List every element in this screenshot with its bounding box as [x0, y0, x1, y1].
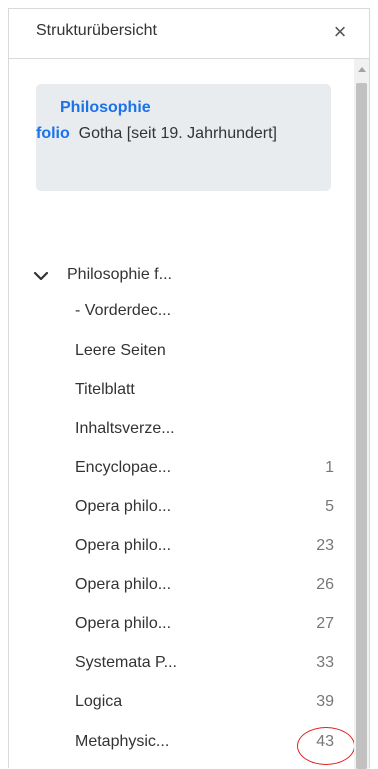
- tree-item-label: Opera philo...: [75, 576, 172, 593]
- tree-item-label: Encyclopae...: [75, 459, 172, 476]
- document-location: Gotha [seit 19. Jahrhundert]: [78, 125, 277, 142]
- tree-item-opera-3[interactable]: Opera philo... 26: [75, 569, 334, 605]
- tree-item-label: Inhaltsverze...: [75, 420, 175, 437]
- structure-overview-panel: Strukturübersicht × Philosophie folio Go…: [8, 8, 370, 769]
- tree-item-logica[interactable]: Logica 39: [75, 686, 334, 722]
- scrollbar-thumb[interactable]: [356, 83, 367, 769]
- tree-item-inhaltsverzeichnis[interactable]: Inhaltsverze...: [75, 413, 334, 449]
- tree-item-label: Opera philo...: [75, 615, 172, 632]
- tree-item-label: Systemata P...: [75, 654, 177, 671]
- chevron-down-icon[interactable]: [33, 268, 49, 284]
- tree-item-label: Logica: [75, 693, 123, 710]
- tree-item-page: 23: [316, 537, 334, 554]
- tree-item-page: 39: [316, 693, 334, 710]
- tree-item-label: Titelblatt: [75, 381, 135, 398]
- tree-item-page: 5: [325, 498, 334, 515]
- tree-item-opera-4[interactable]: Opera philo... 27: [75, 608, 334, 644]
- document-title: Philosophie: [60, 99, 151, 116]
- tree-root-node[interactable]: Philosophie f...: [33, 259, 333, 295]
- tree-item-systemata[interactable]: Systemata P... 33: [75, 647, 334, 683]
- tree-item-page: 27: [316, 615, 334, 632]
- scroll-up-arrow-icon[interactable]: [358, 67, 366, 72]
- tree-item-metaphysica[interactable]: Metaphysic... 43: [75, 726, 334, 762]
- tree-item-label: - Vorderdec...: [75, 302, 172, 319]
- tree-item-page: 33: [316, 654, 334, 671]
- tree-item-vorderdeckel[interactable]: - Vorderdec...: [75, 295, 334, 331]
- tree-item-page: 26: [316, 576, 334, 593]
- tree-item-label: Opera philo...: [75, 498, 172, 515]
- panel-header: Strukturübersicht ×: [9, 9, 369, 59]
- panel-title: Strukturübersicht: [36, 22, 157, 39]
- document-info-box: Philosophie folio Gotha [seit 19. Jahrhu…: [36, 84, 331, 191]
- tree-item-label: Leere Seiten: [75, 342, 166, 359]
- highlight-circle-annotation: [297, 727, 354, 765]
- structure-content: Philosophie folio Gotha [seit 19. Jahrhu…: [9, 59, 354, 769]
- tree-item-opera-2[interactable]: Opera philo... 23: [75, 530, 334, 566]
- tree-item-leere-seiten[interactable]: Leere Seiten: [75, 335, 334, 371]
- close-icon: ×: [333, 19, 347, 44]
- tree-item-encyclopaedia[interactable]: Encyclopae... 1: [75, 452, 334, 488]
- document-info-line: folio Gotha [seit 19. Jahrhundert]: [36, 121, 321, 147]
- tree-item-label: Metaphysic...: [75, 733, 170, 750]
- close-button[interactable]: ×: [329, 21, 351, 43]
- vertical-scrollbar[interactable]: [354, 59, 369, 769]
- tree-item-label: Opera philo...: [75, 537, 172, 554]
- folio-link[interactable]: folio: [36, 125, 70, 142]
- tree-item-titelblatt[interactable]: Titelblatt: [75, 374, 334, 410]
- tree-item-opera-1[interactable]: Opera philo... 5: [75, 491, 334, 527]
- tree-root-label: Philosophie f...: [67, 266, 172, 283]
- tree-item-page: 1: [325, 459, 334, 476]
